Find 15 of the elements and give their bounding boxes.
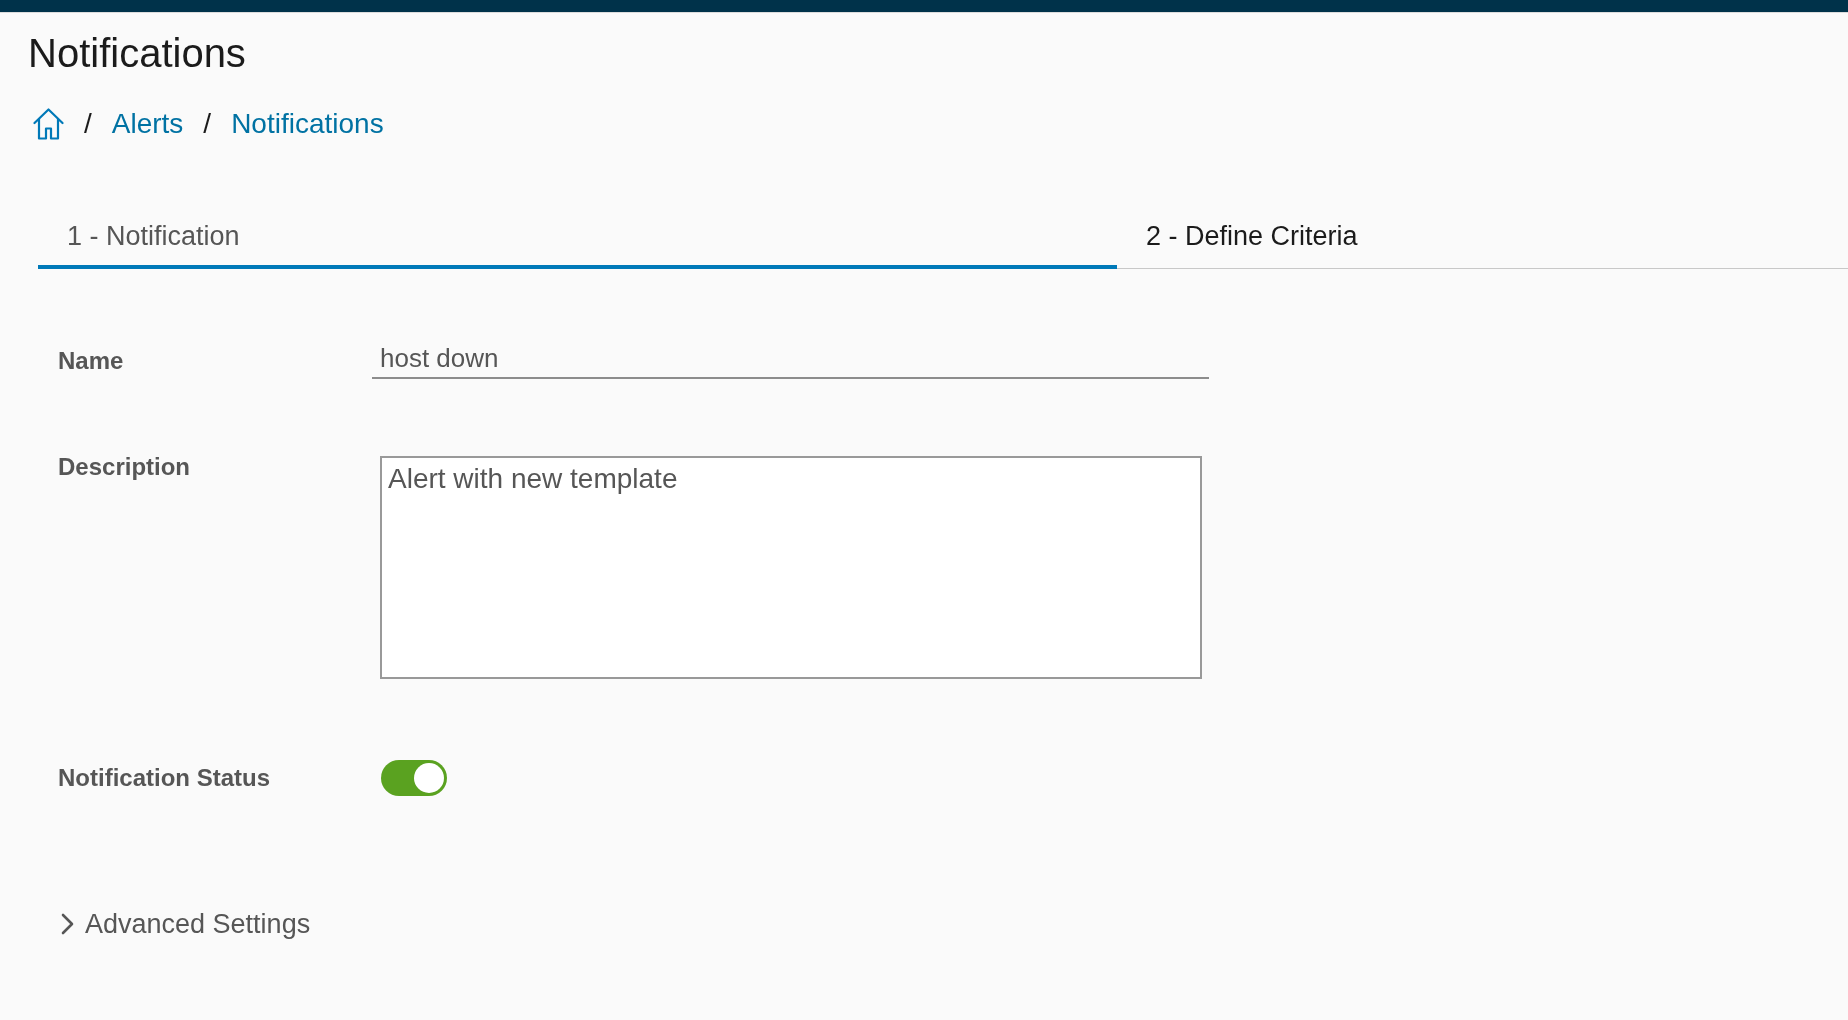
step-tab[interactable]: 1 - Notification xyxy=(38,220,1117,269)
breadcrumb-link[interactable]: Alerts xyxy=(111,106,184,142)
field-label: Notification Status xyxy=(58,763,271,793)
step-tab[interactable]: 2 - Define Criteria xyxy=(1117,220,1848,269)
breadcrumb-link[interactable]: Notifications xyxy=(231,106,384,142)
toggle-switch[interactable] xyxy=(381,760,447,796)
page-title: Notifications xyxy=(28,30,247,77)
home-icon[interactable] xyxy=(33,108,64,140)
field-label: Name xyxy=(58,346,125,376)
description-field[interactable]: Alert with new template xyxy=(380,456,1202,679)
advanced-settings-expander[interactable]: Advanced Settings xyxy=(60,907,311,941)
breadcrumb-separator: / xyxy=(84,107,92,141)
name-field[interactable]: host down xyxy=(372,339,1209,379)
field-label: Description xyxy=(58,452,192,482)
breadcrumb-separator: / xyxy=(203,107,212,141)
